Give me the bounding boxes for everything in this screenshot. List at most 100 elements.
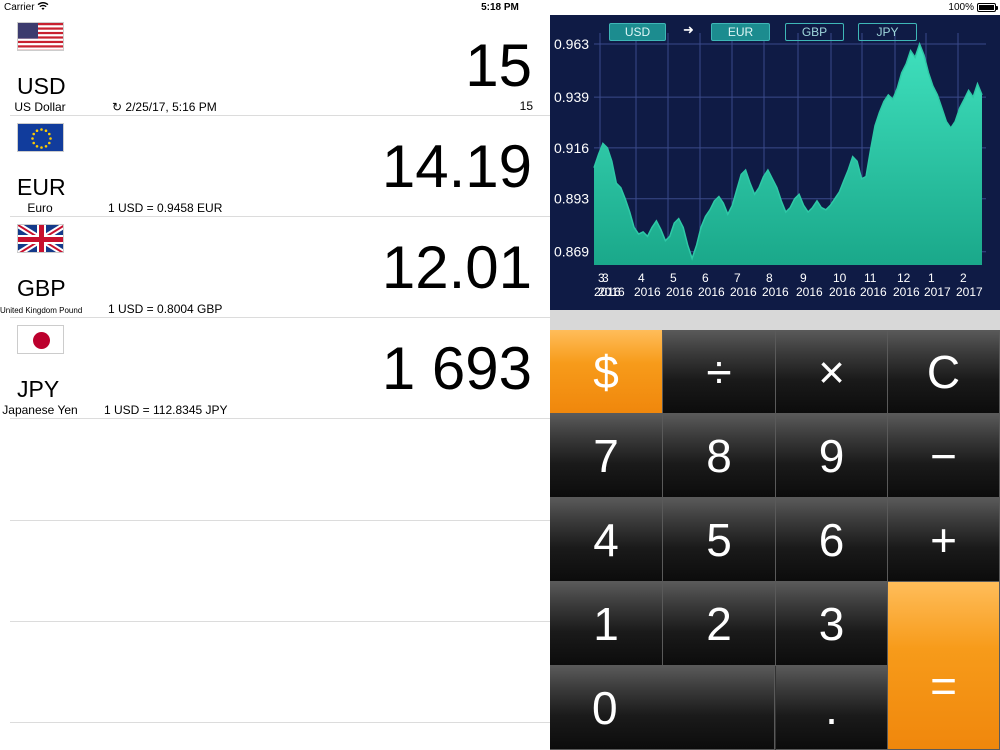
x-tick-month: 12 [897, 271, 911, 285]
currency-code: USD [17, 73, 66, 99]
digit-3-key[interactable]: 3 [776, 582, 888, 666]
eu-star [40, 146, 43, 149]
digit-5-key[interactable]: 5 [663, 498, 776, 582]
eu-star [44, 144, 48, 148]
eu-star [44, 129, 48, 133]
x-tick-year: 2017 [924, 285, 951, 299]
chart-to-eur-button[interactable]: EUR [711, 23, 770, 41]
eu-star [35, 129, 39, 133]
x-tick-year: 2017 [956, 285, 983, 299]
digit-0-key[interactable]: 0 [550, 666, 775, 750]
chart-from-usd-button[interactable]: USD [609, 23, 666, 41]
currency-code: EUR [17, 174, 66, 200]
digit-2-key[interactable]: 2 [663, 582, 776, 666]
digit-7-key[interactable]: 7 [550, 414, 663, 498]
eu-star [47, 141, 51, 145]
chart-to-gbp-button[interactable]: GBP [785, 23, 844, 41]
x-tick-month: 5 [670, 271, 677, 285]
x-tick-month: 4 [638, 271, 645, 285]
currency-amount: 1 693 [381, 335, 532, 402]
x-tick-month: 10 [833, 271, 847, 285]
x-tick-month: 1 [928, 271, 935, 285]
currency-amount: 15 [465, 32, 532, 99]
currency-row-usd[interactable]: USD US Dollar ↻ 2/25/17, 5:16 PM 15 15 [0, 15, 550, 116]
x-tick-month: 2 [960, 271, 967, 285]
clock: 5:18 PM [481, 2, 519, 13]
multiply-key[interactable]: × [776, 330, 888, 414]
input-amount: 15 [519, 99, 533, 113]
digit-8-key[interactable]: 8 [663, 414, 776, 498]
currency-name: US Dollar [14, 100, 66, 114]
x-tick-year: 2016 [666, 285, 693, 299]
x-tick-year: 2016 [893, 285, 920, 299]
currency-name: Euro [27, 201, 53, 215]
x-tick-year: 2016 [598, 285, 625, 299]
chart-canvas: 0.9630.9390.9160.8930.869320163201642016… [554, 33, 986, 299]
battery-icon [977, 3, 996, 12]
digit-9-key[interactable]: 9 [776, 414, 888, 498]
currency-code: GBP [17, 275, 66, 301]
us-flag-icon [17, 22, 64, 51]
digit-1-key[interactable]: 1 [550, 582, 663, 666]
currency-name: United Kingdom Pound [0, 306, 83, 315]
uk-flag-icon [17, 224, 64, 253]
arrow-right-icon: ➜ [683, 22, 694, 37]
currency-name: Japanese Yen [2, 403, 78, 417]
currency-row-gbp[interactable]: GBP United Kingdom Pound 1 USD = 0.8004 … [0, 217, 550, 318]
exchange-rate: 1 USD = 112.8345 JPY [104, 403, 228, 417]
x-tick-year: 2016 [762, 285, 789, 299]
empty-row-divider [10, 520, 550, 521]
last-updated: ↻ 2/25/17, 5:16 PM [112, 100, 217, 114]
y-tick-label: 0.916 [554, 140, 589, 156]
equals-key[interactable]: = [888, 582, 1000, 750]
y-tick-label: 0.869 [554, 244, 589, 260]
x-tick-month: 8 [766, 271, 773, 285]
x-tick-year: 2016 [698, 285, 725, 299]
currency-key[interactable]: $ [550, 330, 663, 414]
panel-separator [550, 310, 1000, 330]
clear-key[interactable]: C [888, 330, 1000, 414]
area-series [594, 44, 982, 265]
x-tick-month: 11 [864, 271, 877, 285]
plus-key[interactable]: + [888, 498, 1000, 582]
empty-row-divider [10, 621, 550, 622]
x-tick-year: 2016 [730, 285, 757, 299]
x-tick-year: 2016 [860, 285, 887, 299]
x-tick-month: 7 [734, 271, 741, 285]
digit-4-key[interactable]: 4 [550, 498, 663, 582]
eu-star [31, 137, 34, 140]
eu-star [47, 132, 51, 136]
battery-percent: 100% [948, 2, 974, 13]
y-tick-label: 0.939 [554, 89, 589, 105]
currency-code: JPY [17, 376, 60, 402]
exchange-rate: 1 USD = 0.9458 EUR [108, 201, 223, 215]
x-tick-year: 2016 [634, 285, 661, 299]
currency-row-eur[interactable]: EUR Euro 1 USD = 0.9458 EUR 14.19 [0, 116, 550, 217]
eu-star [40, 128, 43, 131]
empty-row-divider [10, 722, 550, 723]
jp-flag-icon [17, 325, 64, 354]
y-tick-label: 0.963 [554, 36, 589, 52]
calculator-keypad: $ ÷ × C 7 8 9− 4 5 6 +1 2 3 = 0. [550, 330, 1000, 750]
decimal-key[interactable]: . [776, 666, 888, 750]
y-tick-label: 0.893 [554, 191, 589, 207]
eu-star [49, 137, 52, 140]
minus-key[interactable]: − [888, 414, 1000, 498]
currency-amount: 14.19 [381, 133, 532, 200]
x-tick-month: 3 [602, 271, 609, 285]
divide-key[interactable]: ÷ [663, 330, 776, 414]
x-tick-year: 2016 [829, 285, 856, 299]
exchange-rate-chart: 0.963 0.939 0.916 0.893 0.869 3 2016 3 2016 4 2016… [550, 15, 1000, 310]
x-tick-month: 9 [800, 271, 807, 285]
eu-star [32, 132, 36, 136]
currency-row-jpy[interactable]: JPY Japanese Yen 1 USD = 112.8345 JPY 1 … [0, 318, 550, 419]
currency-list: USD US Dollar ↻ 2/25/17, 5:16 PM 15 15 E… [0, 15, 550, 750]
eu-star [32, 141, 36, 145]
x-tick-month: 6 [702, 271, 709, 285]
currency-amount: 12.01 [381, 234, 532, 301]
chart-to-jpy-button[interactable]: JPY [858, 23, 917, 41]
status-bar: Carrier 5:18 PM 100% [0, 0, 1000, 15]
x-tick-year: 2016 [796, 285, 823, 299]
eu-flag-icon [17, 123, 64, 152]
digit-6-key[interactable]: 6 [776, 498, 888, 582]
